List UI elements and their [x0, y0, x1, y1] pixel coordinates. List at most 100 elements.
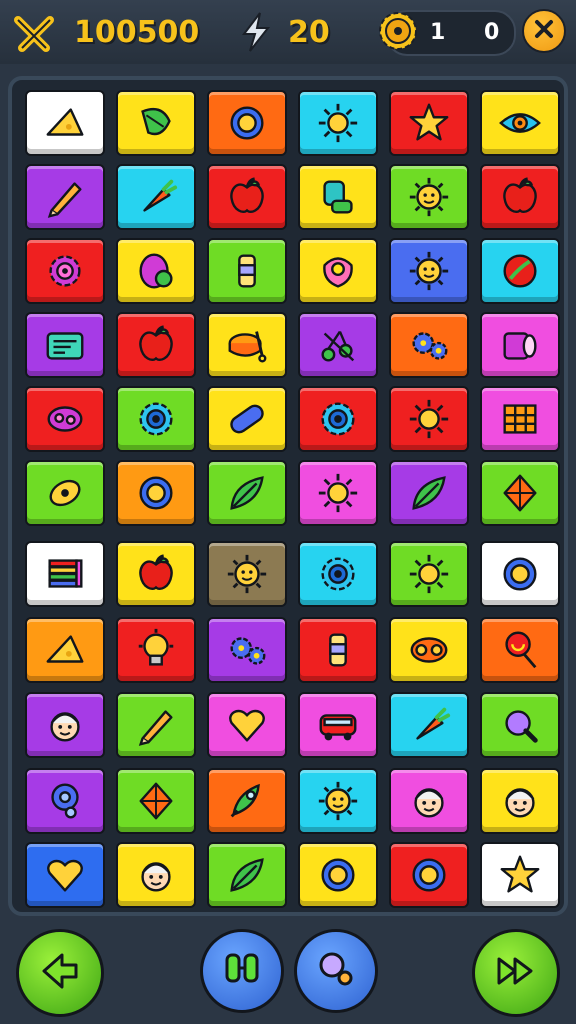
- ring-icon: [224, 100, 270, 146]
- tile-r2-c1[interactable]: [25, 164, 105, 230]
- books-icon: [42, 551, 88, 597]
- tile-r7-c3[interactable]: [207, 541, 287, 607]
- tile-r6-c6[interactable]: [480, 460, 560, 526]
- tile-r6-c5[interactable]: [389, 460, 469, 526]
- leaf-icon: [224, 470, 270, 516]
- tile-r3-c4[interactable]: [298, 238, 378, 304]
- tile-r4-c3[interactable]: [207, 312, 287, 378]
- ring-icon: [133, 470, 179, 516]
- bottle-icon: [224, 248, 270, 294]
- tile-r11-c6[interactable]: [480, 842, 560, 908]
- tile-r6-c2[interactable]: [116, 460, 196, 526]
- tile-r10-c3[interactable]: [207, 768, 287, 834]
- tile-r4-c5[interactable]: [389, 312, 469, 378]
- lemon-icon: [42, 470, 88, 516]
- sun-icon: [315, 470, 361, 516]
- tile-r9-c3[interactable]: [207, 692, 287, 758]
- bagel-icon: [315, 248, 361, 294]
- tile-r5-c1[interactable]: [25, 386, 105, 452]
- swap-icon: [218, 945, 266, 997]
- search-button[interactable]: [294, 929, 378, 1013]
- swap-button[interactable]: [200, 929, 284, 1013]
- star-icon: [406, 100, 452, 146]
- tile-r5-c2[interactable]: [116, 386, 196, 452]
- tile-r6-c3[interactable]: [207, 460, 287, 526]
- tile-r8-c5[interactable]: [389, 617, 469, 683]
- tile-r3-c3[interactable]: [207, 238, 287, 304]
- sun-face-icon: [315, 778, 361, 824]
- tile-r10-c1[interactable]: [25, 768, 105, 834]
- tile-r10-c5[interactable]: [389, 768, 469, 834]
- tile-r4-c1[interactable]: [25, 312, 105, 378]
- tile-r11-c3[interactable]: [207, 842, 287, 908]
- tile-r11-c5[interactable]: [389, 842, 469, 908]
- close-button[interactable]: [522, 9, 566, 53]
- tile-r7-c6[interactable]: [480, 541, 560, 607]
- tile-r5-c6[interactable]: [480, 386, 560, 452]
- sun-face-icon: [406, 248, 452, 294]
- tile-r10-c4[interactable]: [298, 768, 378, 834]
- tile-r9-c4[interactable]: [298, 692, 378, 758]
- ring-icon: [497, 551, 543, 597]
- tile-r1-c1[interactable]: [25, 90, 105, 156]
- tile-r6-c1[interactable]: [25, 460, 105, 526]
- tile-r5-c3[interactable]: [207, 386, 287, 452]
- next-button[interactable]: [472, 929, 560, 1017]
- tile-r2-c3[interactable]: [207, 164, 287, 230]
- apple-icon: [133, 322, 179, 368]
- tile-r1-c6[interactable]: [480, 90, 560, 156]
- tile-r8-c6[interactable]: [480, 617, 560, 683]
- tile-r5-c5[interactable]: [389, 386, 469, 452]
- tile-r5-c4[interactable]: [298, 386, 378, 452]
- tile-r4-c4[interactable]: [298, 312, 378, 378]
- tile-r11-c2[interactable]: [116, 842, 196, 908]
- magnifier-icon: [312, 945, 360, 997]
- tile-r9-c1[interactable]: [25, 692, 105, 758]
- tile-r2-c6[interactable]: [480, 164, 560, 230]
- coin-count-left: 1: [430, 20, 446, 45]
- tile-r1-c4[interactable]: [298, 90, 378, 156]
- score-display: 100500: [12, 8, 199, 56]
- tile-r8-c1[interactable]: [25, 617, 105, 683]
- tile-r7-c2[interactable]: [116, 541, 196, 607]
- tile-r1-c3[interactable]: [207, 90, 287, 156]
- tile-r3-c5[interactable]: [389, 238, 469, 304]
- cheese-icon: [42, 100, 88, 146]
- mask-icon: [406, 627, 452, 673]
- carrot-icon: [406, 702, 452, 748]
- tile-r9-c6[interactable]: [480, 692, 560, 758]
- tile-r9-c2[interactable]: [116, 692, 196, 758]
- tile-r9-c5[interactable]: [389, 692, 469, 758]
- tile-r8-c2[interactable]: [116, 617, 196, 683]
- tile-r7-c5[interactable]: [389, 541, 469, 607]
- sun-icon: [406, 551, 452, 597]
- tile-r7-c1[interactable]: [25, 541, 105, 607]
- ball-icon: [497, 248, 543, 294]
- tile-r1-c5[interactable]: [389, 90, 469, 156]
- gear-coin-icon: [376, 9, 420, 57]
- back-button[interactable]: [16, 929, 104, 1017]
- tile-r3-c1[interactable]: [25, 238, 105, 304]
- tile-r1-c2[interactable]: [116, 90, 196, 156]
- tile-r11-c1[interactable]: [25, 842, 105, 908]
- gear-icon: [315, 551, 361, 597]
- tile-r2-c5[interactable]: [389, 164, 469, 230]
- tile-r4-c2[interactable]: [116, 312, 196, 378]
- tile-r6-c4[interactable]: [298, 460, 378, 526]
- tile-r8-c4[interactable]: [298, 617, 378, 683]
- tile-r10-c6[interactable]: [480, 768, 560, 834]
- game-board: [8, 76, 568, 916]
- tile-r4-c6[interactable]: [480, 312, 560, 378]
- tile-r7-c4[interactable]: [298, 541, 378, 607]
- tile-r8-c3[interactable]: [207, 617, 287, 683]
- tile-r3-c6[interactable]: [480, 238, 560, 304]
- lollipop-icon: [497, 627, 543, 673]
- tile-r11-c4[interactable]: [298, 842, 378, 908]
- tile-r2-c4[interactable]: [298, 164, 378, 230]
- magnifier-icon: [497, 702, 543, 748]
- tile-r10-c2[interactable]: [116, 768, 196, 834]
- egg-icon: [133, 248, 179, 294]
- tile-r2-c2[interactable]: [116, 164, 196, 230]
- tile-r3-c2[interactable]: [116, 238, 196, 304]
- kite-icon: [133, 778, 179, 824]
